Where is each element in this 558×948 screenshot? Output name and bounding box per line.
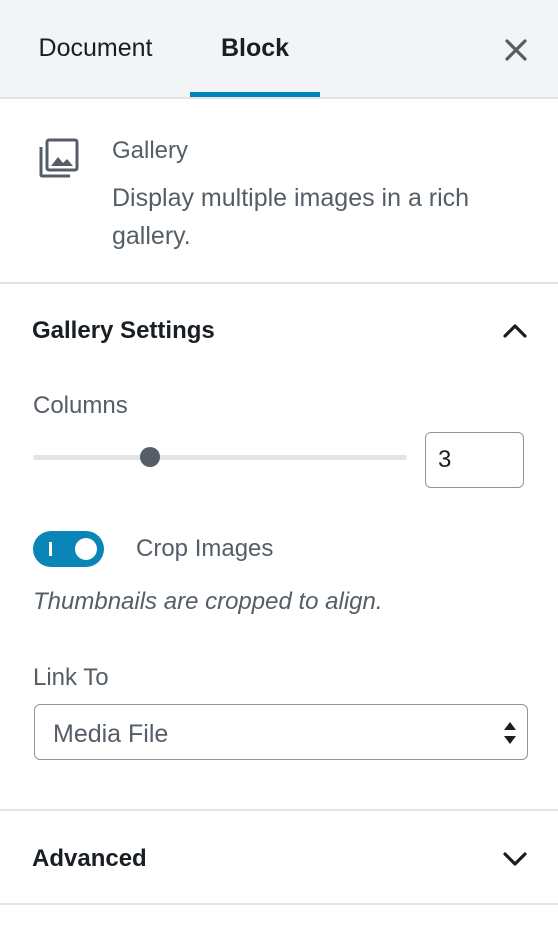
close-icon xyxy=(505,39,527,61)
link-to-select[interactable]: Media File xyxy=(34,704,528,760)
gallery-settings-title: Gallery Settings xyxy=(32,317,215,344)
toggle-knob xyxy=(75,538,97,560)
gallery-icon xyxy=(39,138,79,178)
advanced-title: Advanced xyxy=(32,845,147,872)
crop-images-help: Thumbnails are cropped to align. xyxy=(33,588,383,615)
columns-number-input[interactable] xyxy=(425,432,524,488)
link-to-selected-value: Media File xyxy=(53,720,169,748)
section-divider xyxy=(0,903,558,905)
columns-label: Columns xyxy=(33,392,128,419)
tab-document-label: Document xyxy=(38,34,153,62)
block-title: Gallery xyxy=(112,137,189,164)
chevron-up-icon xyxy=(503,324,527,338)
columns-range-slider[interactable] xyxy=(33,447,407,467)
link-to-label: Link To xyxy=(33,664,109,691)
tab-block[interactable]: Block xyxy=(190,0,320,97)
active-tab-indicator xyxy=(190,92,320,97)
tab-block-label: Block xyxy=(220,34,290,62)
advanced-toggle[interactable]: Advanced xyxy=(0,811,558,903)
chevron-down-icon xyxy=(503,852,527,866)
sidebar-header: Document Block xyxy=(0,0,558,99)
crop-images-label[interactable]: Crop Images xyxy=(136,535,273,563)
block-card: Gallery Display multiple images in a ric… xyxy=(0,99,558,284)
select-arrows-icon xyxy=(504,722,516,744)
block-description: Display multiple images in a rich galler… xyxy=(112,184,470,250)
columns-range-thumb[interactable] xyxy=(139,447,160,467)
gallery-settings-toggle[interactable]: Gallery Settings xyxy=(0,285,558,377)
tab-document[interactable]: Document xyxy=(18,0,173,97)
toggle-on-indicator xyxy=(49,542,52,556)
crop-images-toggle[interactable] xyxy=(33,531,104,567)
close-button[interactable] xyxy=(502,36,530,64)
